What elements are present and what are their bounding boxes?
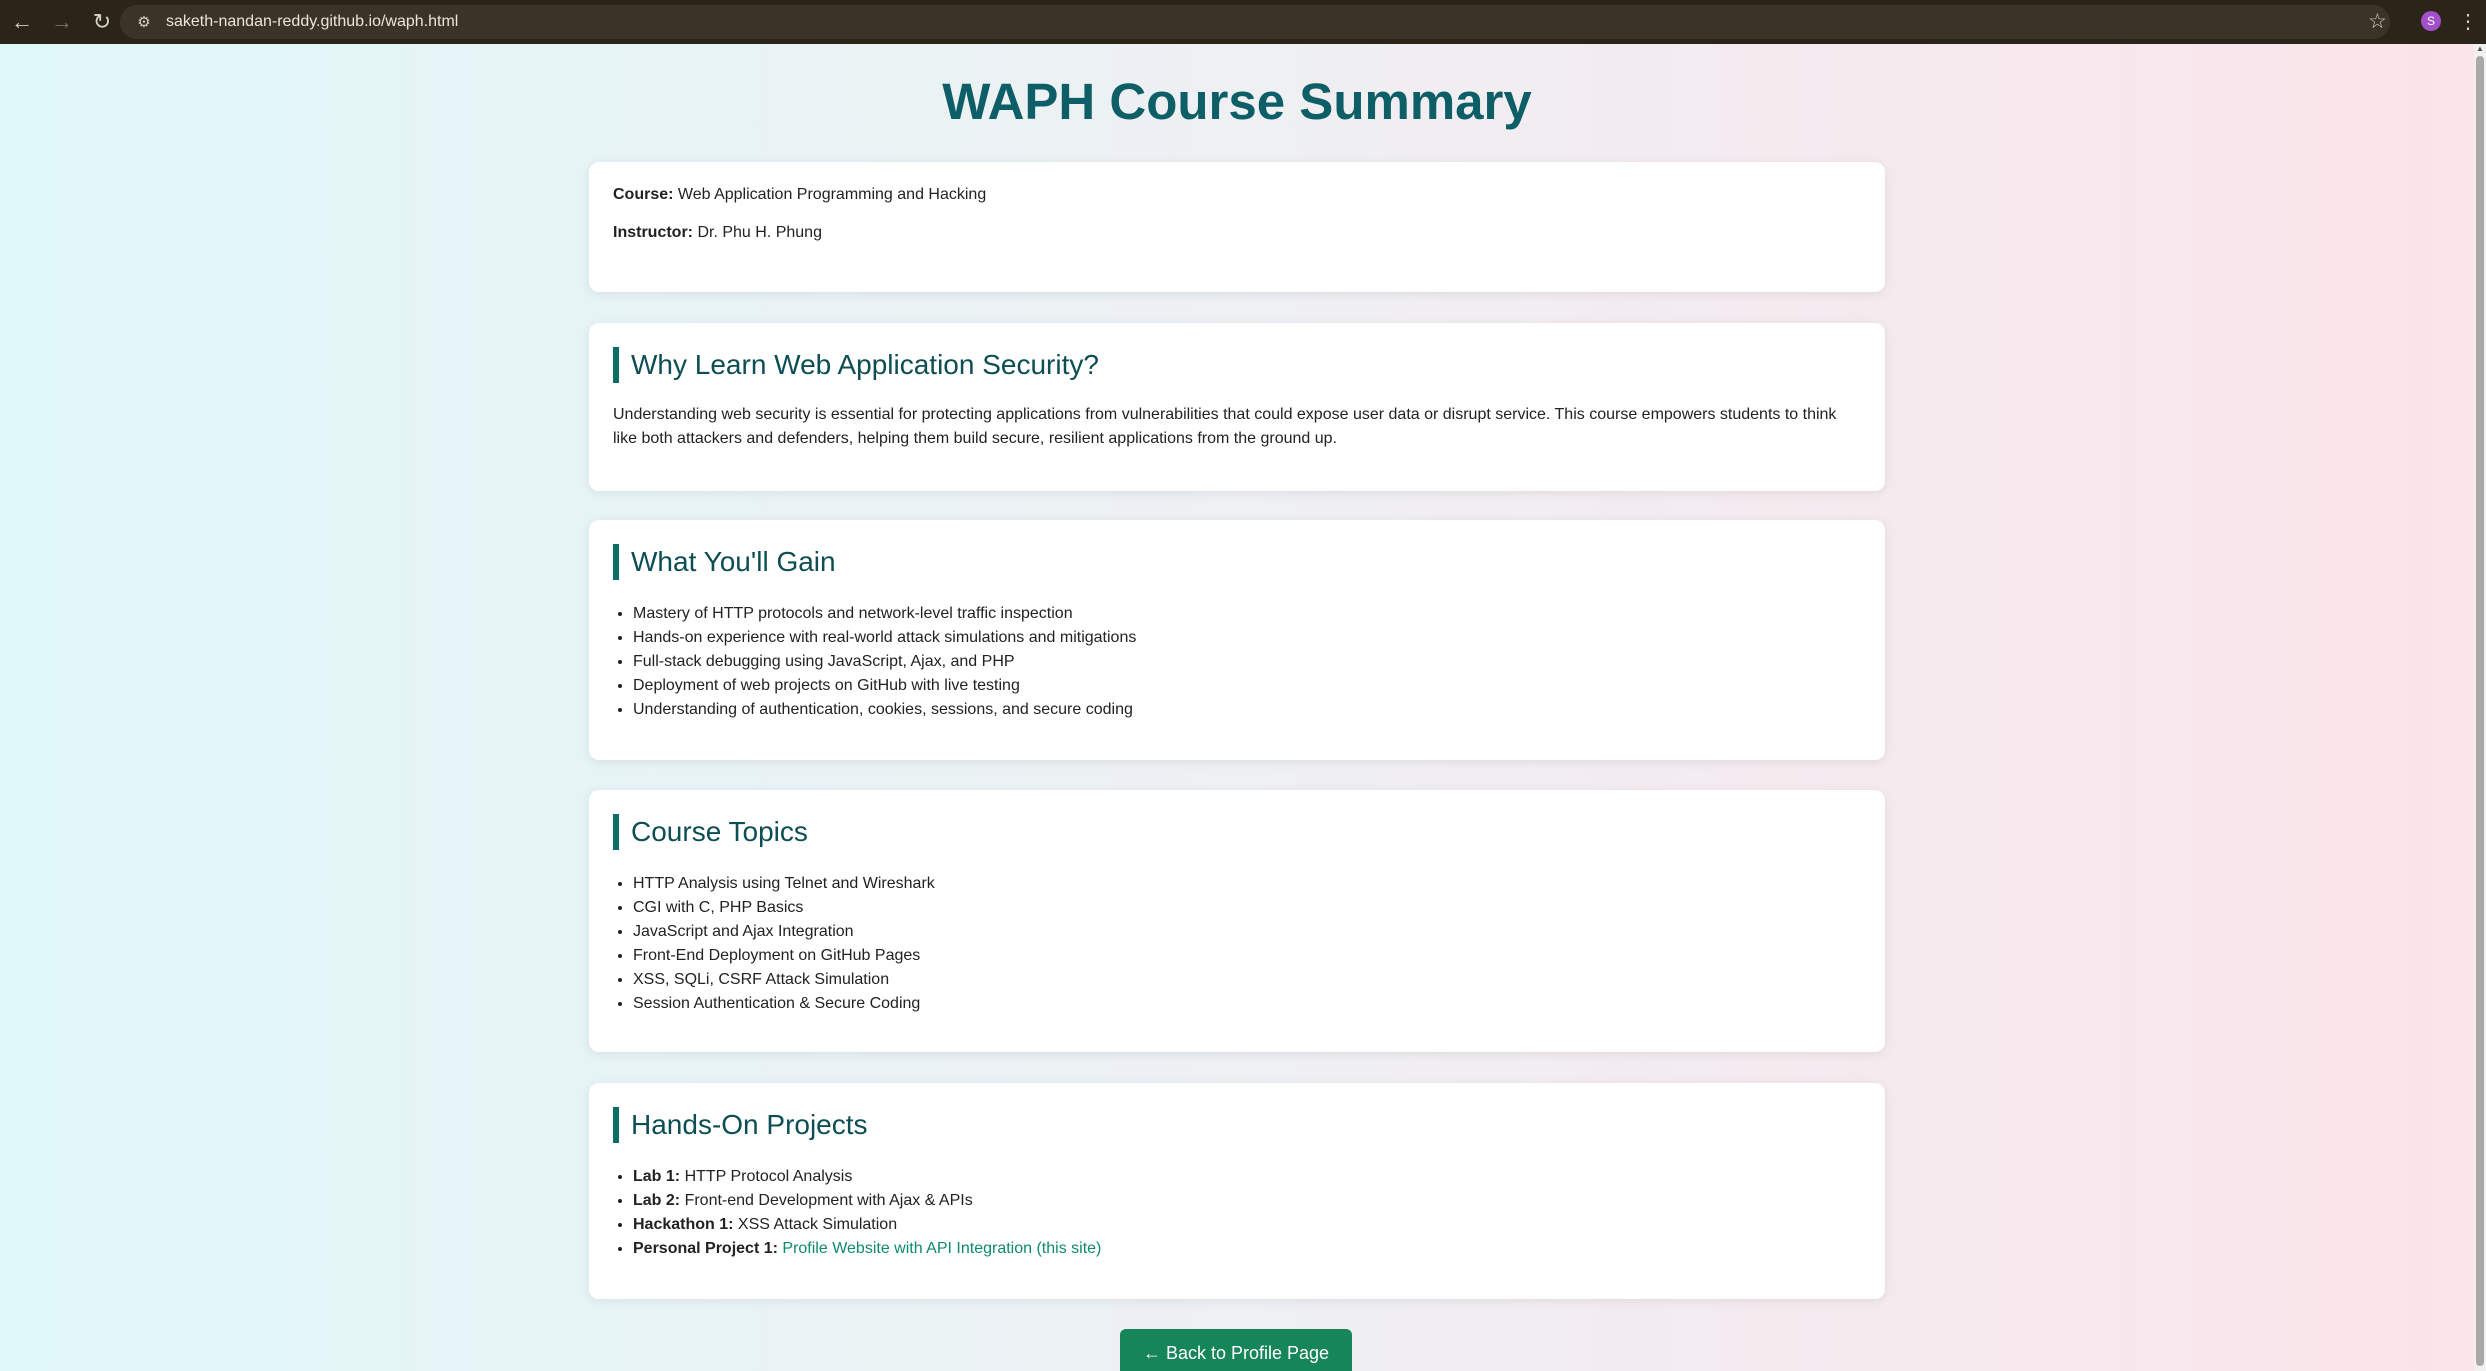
- list-item: Lab 1: HTTP Protocol Analysis: [633, 1165, 1861, 1189]
- list-item: Hands-on experience with real-world atta…: [633, 626, 1861, 650]
- list-item: HTTP Analysis using Telnet and Wireshark: [633, 872, 1861, 896]
- projects-card: Hands-On Projects Lab 1: HTTP Protocol A…: [589, 1083, 1885, 1299]
- project-label: Lab 2:: [633, 1192, 681, 1209]
- instructor-value: Dr. Phu H. Phung: [693, 224, 822, 241]
- back-arrow-icon[interactable]: ←: [4, 4, 40, 40]
- course-label: Course:: [613, 186, 674, 203]
- list-item: JavaScript and Ajax Integration: [633, 920, 1861, 944]
- browser-menu-icon[interactable]: ⋮: [2458, 5, 2478, 39]
- list-item: Front-End Deployment on GitHub Pages: [633, 944, 1861, 968]
- why-heading: Why Learn Web Application Security?: [613, 347, 1861, 383]
- page-title: WAPH Course Summary: [942, 73, 1532, 130]
- why-card: Why Learn Web Application Security? Unde…: [589, 323, 1885, 491]
- site-info-icon[interactable]: ⚙: [134, 12, 154, 32]
- back-to-profile-button[interactable]: ← Back to Profile Page: [1120, 1329, 1352, 1371]
- list-item: Lab 2: Front-end Development with Ajax &…: [633, 1189, 1861, 1213]
- gain-heading: What You'll Gain: [613, 544, 1861, 580]
- instructor-line: Instructor: Dr. Phu H. Phung: [613, 224, 1861, 242]
- why-text: Understanding web security is essential …: [613, 406, 1837, 447]
- scroll-up-icon[interactable]: ▲: [2474, 44, 2486, 54]
- address-bar[interactable]: ⚙ saketh-nandan-reddy.github.io/waph.htm…: [120, 5, 2390, 39]
- profile-avatar[interactable]: S: [2421, 11, 2441, 31]
- scrollbar[interactable]: ▲: [2474, 44, 2486, 1371]
- topics-card: Course Topics HTTP Analysis using Telnet…: [589, 790, 1885, 1052]
- project-label: Hackathon 1:: [633, 1216, 734, 1233]
- topics-list: HTTP Analysis using Telnet and Wireshark…: [613, 872, 1861, 1016]
- topics-heading: Course Topics: [613, 814, 1861, 850]
- project-text: XSS Attack Simulation: [733, 1216, 898, 1233]
- url-text[interactable]: saketh-nandan-reddy.github.io/waph.html: [166, 13, 458, 31]
- list-item: Understanding of authentication, cookies…: [633, 698, 1861, 722]
- list-item: Hackathon 1: XSS Attack Simulation: [633, 1213, 1861, 1237]
- list-item: Mastery of HTTP protocols and network-le…: [633, 602, 1861, 626]
- gain-list: Mastery of HTTP protocols and network-le…: [613, 602, 1861, 722]
- bookmark-star-icon[interactable]: ☆: [2368, 5, 2387, 39]
- course-line: Course: Web Application Programming and …: [613, 186, 1861, 204]
- scroll-thumb[interactable]: [2476, 56, 2484, 1366]
- course-info-card: Course: Web Application Programming and …: [589, 162, 1885, 292]
- list-item: XSS, SQLi, CSRF Attack Simulation: [633, 968, 1861, 992]
- browser-toolbar: ← → ↻ ⚙ saketh-nandan-reddy.github.io/wa…: [0, 0, 2486, 44]
- project-text: HTTP Protocol Analysis: [680, 1168, 853, 1185]
- forward-arrow-icon[interactable]: →: [44, 4, 80, 40]
- course-value: Web Application Programming and Hacking: [673, 186, 987, 203]
- project-label: Personal Project 1:: [633, 1240, 778, 1257]
- list-item: Session Authentication & Secure Coding: [633, 992, 1861, 1016]
- instructor-label: Instructor:: [613, 224, 693, 241]
- list-item: Personal Project 1: Profile Website with…: [633, 1237, 1861, 1261]
- list-item: Deployment of web projects on GitHub wit…: [633, 674, 1861, 698]
- list-item: CGI with C, PHP Basics: [633, 896, 1861, 920]
- project-label: Lab 1:: [633, 1168, 681, 1185]
- projects-list: Lab 1: HTTP Protocol Analysis Lab 2: Fro…: [613, 1165, 1861, 1261]
- list-item: Full-stack debugging using JavaScript, A…: [633, 650, 1861, 674]
- projects-heading: Hands-On Projects: [613, 1107, 1861, 1143]
- project-text: Front-end Development with Ajax & APIs: [680, 1192, 973, 1209]
- reload-icon[interactable]: ↻: [84, 4, 120, 40]
- gain-card: What You'll Gain Mastery of HTTP protoco…: [589, 520, 1885, 760]
- page-viewport: WAPH Course Summary Course: Web Applicat…: [0, 44, 2474, 1371]
- profile-website-link[interactable]: Profile Website with API Integration (th…: [782, 1240, 1101, 1257]
